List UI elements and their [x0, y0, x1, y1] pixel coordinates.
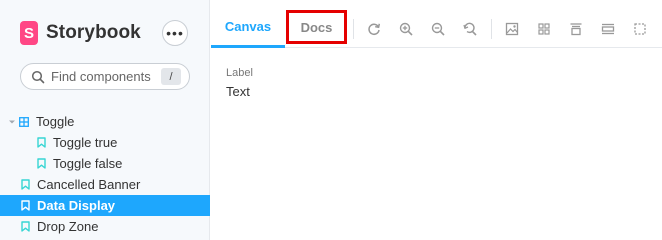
search-shortcut-badge: /	[161, 68, 181, 85]
background-icon[interactable]	[501, 18, 523, 40]
tree-item-label: Toggle	[36, 114, 75, 129]
preview-canvas: Label Text	[226, 67, 253, 99]
chevron-down-icon	[8, 118, 16, 126]
tree-item-toggle-true[interactable]: Toggle true	[0, 132, 210, 153]
bookmark-icon	[20, 221, 30, 233]
component-icon	[19, 116, 29, 128]
tree-item-label: Toggle true	[53, 135, 118, 150]
zoom-reset-icon[interactable]	[459, 18, 481, 40]
tree-item-data-display[interactable]: Data Display	[0, 195, 210, 216]
grid-icon[interactable]	[533, 18, 555, 40]
brand-name: Storybook	[46, 22, 141, 43]
viewport-icon[interactable]	[565, 18, 587, 40]
tree-item-label: Drop Zone	[37, 219, 99, 234]
bookmark-icon	[36, 158, 46, 170]
tab-docs[interactable]: Docs	[286, 10, 347, 44]
bookmark-icon	[20, 200, 30, 212]
field-label: Label	[226, 67, 253, 79]
toolbar-divider	[353, 19, 354, 39]
tree-item-label: Data Display	[37, 198, 116, 213]
tree-item-label: Toggle false	[53, 156, 123, 171]
tab-canvas[interactable]: Canvas	[211, 8, 285, 48]
bookmark-icon	[36, 137, 46, 149]
toolbar: Canvas Docs	[211, 8, 662, 48]
tree-item-toggle[interactable]: Toggle	[0, 111, 210, 132]
bookmark-icon	[20, 179, 30, 191]
tree-item-toggle-false[interactable]: Toggle false	[0, 153, 210, 174]
more-options-button[interactable]: •••	[162, 20, 188, 46]
sidebar: S Storybook ••• / Toggle Toggle true	[0, 0, 210, 240]
storybook-logo-icon: S	[20, 21, 38, 45]
measure-icon[interactable]	[597, 18, 619, 40]
tree-item-label: Cancelled Banner	[37, 177, 141, 192]
search-icon	[31, 70, 45, 84]
reload-icon[interactable]	[363, 18, 385, 40]
zoom-out-icon[interactable]	[427, 18, 449, 40]
tree-item-cancelled-banner[interactable]: Cancelled Banner	[0, 174, 210, 195]
field-value: Text	[226, 84, 250, 99]
outline-icon[interactable]	[629, 18, 651, 40]
search-input[interactable]	[51, 69, 161, 84]
tree-item-drop-zone[interactable]: Drop Zone	[0, 216, 210, 237]
brand[interactable]: S Storybook	[20, 20, 141, 46]
toolbar-divider	[491, 19, 492, 39]
component-tree: Toggle Toggle true Toggle false Cancelle…	[0, 111, 210, 237]
zoom-in-icon[interactable]	[395, 18, 417, 40]
search-box[interactable]: /	[20, 63, 190, 90]
